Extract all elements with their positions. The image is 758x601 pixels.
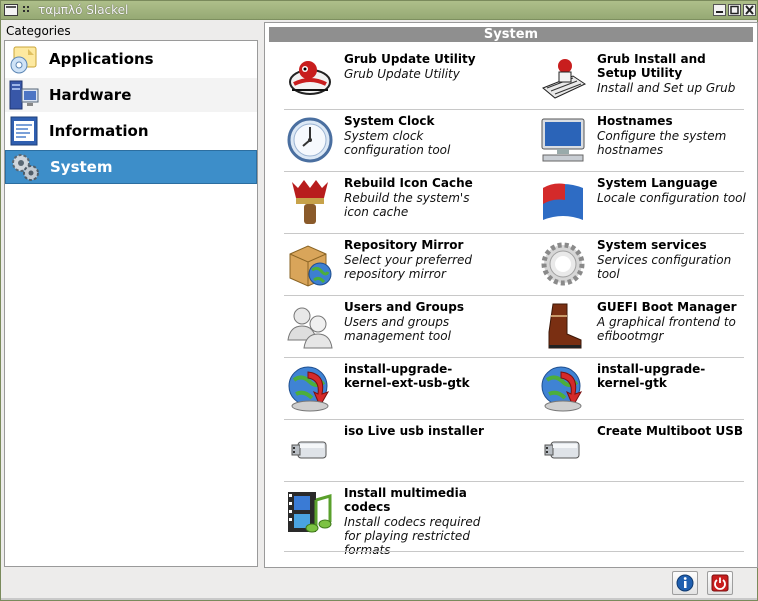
usb-stick-icon [286,426,334,474]
multimedia-icon [286,488,334,536]
window-bottom-edge [1,598,757,600]
tool-multimedia-codecs[interactable]: Install multimedia codecs Install codecs… [284,484,518,557]
tool-iso-live-usb[interactable]: iso Live usb installer [284,422,518,484]
power-icon [711,574,729,592]
kernel-upgrade-icon [286,364,334,412]
separator [284,357,744,358]
applications-icon [8,43,40,75]
categories-label: Categories [6,24,71,38]
maximize-button[interactable] [728,4,741,16]
tool-title: Users and Groups [344,300,464,314]
separator [284,295,744,296]
tool-description: Select your preferred repository mirror [344,253,473,281]
services-gear-icon [539,240,587,288]
brush-icon [286,178,334,226]
category-label: Applications [49,50,154,68]
repository-globe-icon [286,240,334,288]
tool-description: Rebuild the system's icon cache [344,191,470,219]
info-icon [676,574,694,592]
minimize-icon [716,11,723,13]
window-title: ταμπλό Slackel [38,3,129,17]
tool-title: iso Live usb installer [344,424,484,438]
quit-button[interactable] [707,571,733,595]
minimize-button[interactable] [713,4,726,16]
tool-description: System clock configuration tool [344,129,451,157]
tool-system-language[interactable]: System Language Locale configuration too… [537,174,758,236]
separator [284,109,744,110]
grub-install-icon [539,54,587,102]
tool-system-clock[interactable]: System Clock System clock configuration … [284,112,518,174]
section-title: System [269,27,753,42]
tool-users-and-groups[interactable]: Users and Groups Users and groups manage… [284,298,518,360]
kernel-upgrade-icon [539,364,587,412]
tool-title: Install multimedia codecs [344,486,467,514]
tools-panel: System Grub Update Utility Grub Update U… [264,22,758,568]
monitor-icon [539,116,587,164]
tool-rebuild-icon-cache[interactable]: Rebuild Icon Cache Rebuild the system's … [284,174,518,236]
close-icon [745,5,754,15]
tool-description: Install and Set up Grub [597,81,736,95]
information-icon [8,115,40,147]
window-menu-icon[interactable] [4,4,18,16]
tool-kernel-upgrade[interactable]: install-upgrade-kernel-gtk [537,360,758,422]
window-grip-icon [23,6,31,14]
tool-title: System services [597,238,707,252]
tool-description: Configure the system hostnames [597,129,727,157]
hardware-icon [8,79,40,111]
tool-grub-install[interactable]: Grub Install and Setup Utility Install a… [537,50,758,112]
category-label: Information [49,122,149,140]
tool-create-multiboot-usb[interactable]: Create Multiboot USB [537,422,758,484]
tool-title: install-upgrade-kernel-ext-usb-gtk [344,362,470,390]
tool-title: Grub Update Utility [344,52,476,66]
tool-description: Grub Update Utility [344,67,460,81]
grub-update-icon [286,54,334,102]
tool-title: Create Multiboot USB [597,424,743,438]
tool-title: Grub Install and Setup Utility [597,52,706,80]
about-button[interactable] [672,571,698,595]
category-label: System [50,158,113,176]
tool-description: Services configuration tool [597,253,732,281]
tool-system-services[interactable]: System services Services configuration t… [537,236,758,298]
tool-guefi-boot-manager[interactable]: GUEFI Boot Manager A graphical frontend … [537,298,758,360]
separator [284,481,744,482]
tool-description: Locale configuration tool [597,191,746,205]
separator [284,551,744,552]
category-applications[interactable]: Applications [5,42,257,76]
tool-title: GUEFI Boot Manager [597,300,737,314]
separator [284,233,744,234]
boot-icon [539,302,587,350]
tool-title: Repository Mirror [344,238,464,252]
clock-icon [286,116,334,164]
category-system[interactable]: System [5,150,257,184]
tool-grub-update[interactable]: Grub Update Utility Grub Update Utility [284,50,518,112]
tool-title: Rebuild Icon Cache [344,176,473,190]
users-icon [286,302,334,350]
separator [284,419,744,420]
app-window: ταμπλό Slackel Categories Applications H… [0,0,758,601]
close-button[interactable] [743,4,756,16]
flag-icon [539,178,587,226]
category-label: Hardware [49,86,132,104]
category-sidebar: Applications Hardware Information System [4,40,258,567]
separator [284,171,744,172]
tool-repository-mirror[interactable]: Repository Mirror Select your preferred … [284,236,518,298]
tool-hostnames[interactable]: Hostnames Configure the system hostnames [537,112,758,174]
tool-description: Users and groups management tool [344,315,451,343]
maximize-icon [730,5,739,15]
category-information[interactable]: Information [5,114,257,148]
tool-kernel-ext-usb[interactable]: install-upgrade-kernel-ext-usb-gtk [284,360,518,422]
tool-title: install-upgrade-kernel-gtk [597,362,706,390]
tool-title: System Language [597,176,718,190]
category-hardware[interactable]: Hardware [5,78,257,112]
tool-title: Hostnames [597,114,673,128]
tool-title: System Clock [344,114,435,128]
tool-description: A graphical frontend to efibootmgr [597,315,736,343]
usb-stick-icon [539,426,587,474]
title-bar[interactable]: ταμπλό Slackel [1,1,757,20]
system-gear-icon [9,151,41,183]
